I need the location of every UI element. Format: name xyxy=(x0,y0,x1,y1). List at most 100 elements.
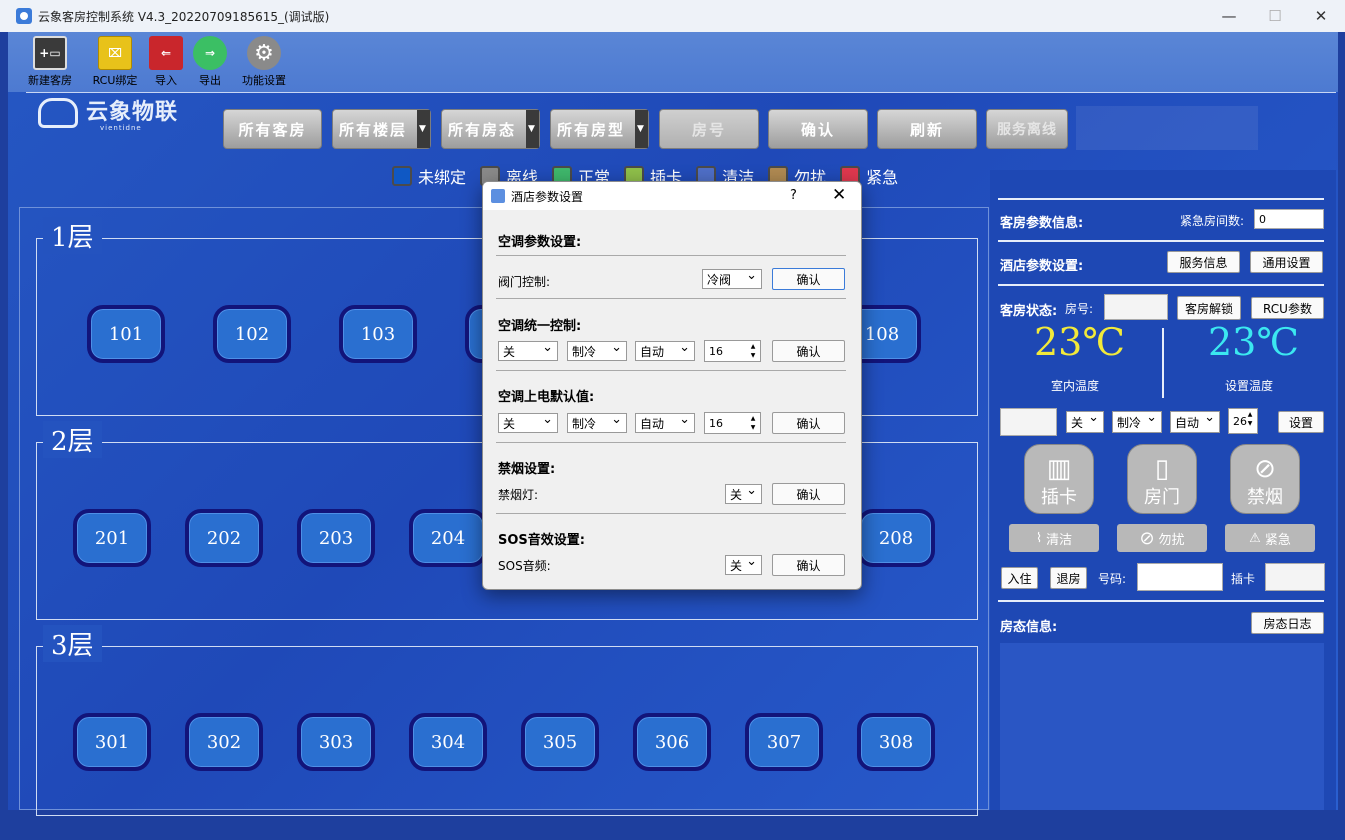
room-card[interactable]: 208 xyxy=(857,509,935,567)
room-card[interactable]: 103 xyxy=(339,305,417,363)
export-button[interactable]: ⇒ 导出 xyxy=(180,36,240,88)
all-floors-dropdown[interactable]: 所有楼层 ▼ xyxy=(332,109,431,149)
smoke-heading: 禁烟设置: xyxy=(498,462,556,477)
default-temp-value: 16 xyxy=(709,416,723,430)
default-confirm-button[interactable]: 确认 xyxy=(772,412,845,434)
valve-label: 阀门控制: xyxy=(498,275,551,289)
spinner-arrows-icon[interactable]: ▲ ▼ xyxy=(747,414,759,432)
unified-temp-spinner[interactable]: 16 ▲ ▼ xyxy=(704,340,761,362)
ac-power-select[interactable]: 关 xyxy=(1066,410,1104,433)
divider xyxy=(998,198,1324,200)
all-types-dropdown[interactable]: 所有房型 ▼ xyxy=(550,109,649,149)
legend-swatch xyxy=(392,166,412,186)
help-button[interactable]: ? xyxy=(790,188,797,203)
valve-select[interactable]: 冷阀 xyxy=(702,268,762,289)
spinner-arrows-icon[interactable]: ▲ ▼ xyxy=(1244,410,1256,428)
room-unlock-button[interactable]: 客房解锁 xyxy=(1177,296,1241,320)
all-status-dropdown[interactable]: 所有房态 ▼ xyxy=(441,109,540,149)
refresh-button[interactable]: 刷新 xyxy=(877,109,977,149)
room-card[interactable]: 102 xyxy=(213,305,291,363)
emergency-count-field[interactable]: 0 xyxy=(1254,209,1324,229)
minimize-button[interactable]: — xyxy=(1206,0,1252,32)
check-in-button[interactable]: 入住 xyxy=(1001,567,1038,589)
default-power-select[interactable]: 关 xyxy=(498,412,558,433)
room-card[interactable]: 203 xyxy=(297,509,375,567)
divider xyxy=(496,370,846,371)
smoke-confirm-button[interactable]: 确认 xyxy=(772,483,845,505)
rcu-params-button[interactable]: RCU参数 xyxy=(1251,297,1324,319)
sos-confirm-button[interactable]: 确认 xyxy=(772,554,845,576)
smoke-light-label: 禁烟灯: xyxy=(498,488,539,502)
floor-label: 3层 xyxy=(43,625,102,662)
legend-label: 未绑定 xyxy=(418,168,467,187)
room-card[interactable]: 101 xyxy=(87,305,165,363)
logo-mark-icon xyxy=(38,98,78,128)
sos-audio-select[interactable]: 关 xyxy=(725,554,762,575)
ac-temp-spinner[interactable]: 26 ▲ ▼ xyxy=(1228,408,1258,434)
room-card[interactable]: 304 xyxy=(409,713,487,771)
brand-logo: 云象物联 vientidne xyxy=(38,94,178,132)
room-card[interactable]: 306 xyxy=(633,713,711,771)
ac-set-button[interactable]: 设置 xyxy=(1278,411,1324,433)
door-status-tile[interactable]: ▯ 房门 xyxy=(1127,444,1197,514)
all-rooms-button[interactable]: 所有客房 xyxy=(223,109,322,149)
default-mode-select[interactable]: 制冷 xyxy=(567,412,627,433)
room-card[interactable]: 201 xyxy=(73,509,151,567)
new-room-label: 新建客房 xyxy=(28,74,72,87)
no-smoking-tile[interactable]: ⊘ 禁烟 xyxy=(1230,444,1300,514)
room-card[interactable]: 308 xyxy=(857,713,935,771)
unified-confirm-button[interactable]: 确认 xyxy=(772,340,845,362)
ac-fan-select[interactable]: 自动 xyxy=(1170,410,1220,433)
service-info-button[interactable]: 服务信息 xyxy=(1167,251,1240,273)
room-card[interactable]: 302 xyxy=(185,713,263,771)
room-card[interactable]: 303 xyxy=(297,713,375,771)
general-settings-button[interactable]: 通用设置 xyxy=(1250,251,1323,273)
room-card[interactable]: 202 xyxy=(185,509,263,567)
close-window-button[interactable]: ✕ xyxy=(1298,0,1344,32)
function-settings-button[interactable]: ⚙ 功能设置 xyxy=(234,36,294,88)
maximize-button[interactable]: ☐ xyxy=(1252,0,1298,32)
check-out-button[interactable]: 退房 xyxy=(1050,567,1087,589)
dnd-icon: ⊘ xyxy=(1139,527,1155,549)
chevron-down-icon: ▼ xyxy=(526,110,539,148)
door-status-label: 房门 xyxy=(1144,487,1180,508)
card-status-tile[interactable]: ▥ 插卡 xyxy=(1024,444,1094,514)
legend-item: 未绑定 xyxy=(392,164,466,188)
service-offline-button[interactable]: 服务离线 xyxy=(986,109,1068,149)
new-room-button[interactable]: +▭ 新建客房 xyxy=(20,36,80,88)
floor-label: 2层 xyxy=(43,421,102,458)
unified-fan-select[interactable]: 自动 xyxy=(635,340,695,361)
temp-readout-field[interactable] xyxy=(1000,408,1057,436)
logo-text: 云象物联 xyxy=(86,100,179,125)
dialog-title: 酒店参数设置 xyxy=(511,189,584,204)
room-card[interactable]: 305 xyxy=(521,713,599,771)
dialog-titlebar: 酒店参数设置 ? ✕ xyxy=(483,182,861,210)
card-field[interactable] xyxy=(1265,563,1325,591)
card-number-label: 号码: xyxy=(1098,572,1127,586)
card-number-field[interactable] xyxy=(1137,563,1223,591)
valve-confirm-button[interactable]: 确认 xyxy=(772,268,845,290)
default-temp-spinner[interactable]: 16 ▲ ▼ xyxy=(704,412,761,434)
confirm-button[interactable]: 确认 xyxy=(768,109,868,149)
room-card[interactable]: 307 xyxy=(745,713,823,771)
smoke-light-select[interactable]: 关 xyxy=(725,483,762,504)
default-fan-select[interactable]: 自动 xyxy=(635,412,695,433)
floor-3: 3层 301 302 303 304 305 306 307 308 xyxy=(36,625,978,816)
clean-button[interactable]: ⌇ 清洁 xyxy=(1009,524,1099,552)
app-icon xyxy=(16,8,32,24)
divider xyxy=(496,298,846,299)
dnd-button[interactable]: ⊘ 勿扰 xyxy=(1117,524,1207,552)
ac-mode-select[interactable]: 制冷 xyxy=(1112,410,1162,433)
unified-power-select[interactable]: 关 xyxy=(498,340,558,361)
room-log-button[interactable]: 房态日志 xyxy=(1251,612,1324,634)
room-no-field[interactable] xyxy=(1104,294,1168,320)
unified-mode-select[interactable]: 制冷 xyxy=(567,340,627,361)
door-icon: ▯ xyxy=(1154,454,1170,484)
room-number-input[interactable]: 房号 xyxy=(659,109,759,149)
spinner-arrows-icon[interactable]: ▲ ▼ xyxy=(747,342,759,360)
dialog-close-button[interactable]: ✕ xyxy=(832,185,846,205)
indoor-temperature: 23℃ xyxy=(1034,320,1125,364)
room-card[interactable]: 301 xyxy=(73,713,151,771)
emergency-button[interactable]: ⚠ 紧急 xyxy=(1225,524,1315,552)
room-card[interactable]: 204 xyxy=(409,509,487,567)
